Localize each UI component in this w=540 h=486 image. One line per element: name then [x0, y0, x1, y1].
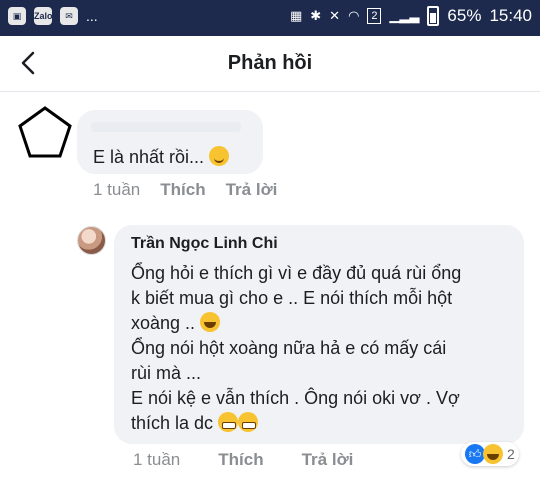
status-bar: ▣ Zalo ✉ ... ▦ ✱ ✕ ◠ 2 ▁▂▃ 65% 15:40	[0, 0, 540, 36]
tears-of-joy-icon	[200, 312, 221, 332]
grinning-face-icon	[218, 412, 239, 432]
battery-icon	[427, 6, 440, 26]
sim-badge: 2	[367, 8, 382, 24]
nfc-icon: ▦	[289, 8, 303, 23]
header: Phản hồi	[0, 36, 540, 92]
comment-text: E là nhất rồi...	[93, 146, 230, 168]
reply-line: rùi mà ...	[131, 363, 202, 383]
avatar-placeholder-icon[interactable]	[14, 102, 76, 164]
reply-line: Ổng nói hột xoàng nữa hả e có mấy cái	[131, 338, 447, 358]
message-icon: ✉	[60, 7, 78, 25]
haha-reaction-icon	[483, 444, 503, 464]
reply-bubble: Trần Ngọc Linh Chi Ổng hỏi e thích gì vì…	[114, 225, 524, 444]
reply-button[interactable]: Trả lời	[302, 450, 354, 470]
zalo-icon: Zalo	[34, 7, 53, 25]
comment-bubble: E là nhất rồi...	[77, 110, 263, 174]
reply-time: 1 tuần	[133, 450, 181, 469]
signal-icon: ▁▂▃	[389, 8, 420, 23]
reply-line: xoàng ..	[131, 311, 511, 336]
avatar[interactable]	[77, 226, 106, 255]
page-title: Phản hồi	[227, 52, 313, 74]
comment-time: 1 tuần	[93, 180, 141, 199]
like-button[interactable]: Thích	[218, 450, 263, 470]
reaction-count: 2	[507, 446, 515, 462]
grinning-face-icon	[238, 412, 259, 432]
mute-icon: ✕	[329, 8, 341, 23]
comment-actions: 1 tuần Thích Trả lời	[93, 180, 277, 200]
blurred-author-name	[91, 122, 241, 132]
wifi-icon: ◠	[348, 8, 360, 23]
reply-actions: 1 tuần Thích Trả lời	[133, 450, 353, 470]
reply-line: Ổng hỏi e thích gì vì e đầy đủ quá rùi ổ…	[131, 263, 462, 283]
bluetooth-icon: ✱	[310, 8, 322, 23]
clock: 15:40	[489, 6, 532, 25]
reply-line: E nói kệ e vẫn thích . Ông nói oki vơ . …	[131, 388, 460, 408]
smiling-face-icon	[209, 146, 230, 166]
reply-button[interactable]: Trả lời	[226, 180, 278, 200]
notification-icon: ▣	[8, 7, 26, 25]
reply-author[interactable]: Trần Ngọc Linh Chi	[131, 235, 278, 253]
battery-percent: 65%	[447, 6, 482, 25]
like-button[interactable]: Thích	[160, 180, 205, 200]
reply-line: thích la dc	[131, 411, 511, 436]
reply-text: Ổng hỏi e thích gì vì e đầy đủ quá rùi ổ…	[131, 261, 511, 436]
reply-line: k biết mua gì cho e .. E nói thích mỗi h…	[131, 288, 453, 308]
more-notifications-dots: ...	[86, 8, 98, 24]
like-reaction-icon: 👍︎	[465, 444, 485, 464]
reaction-summary[interactable]: 👍︎ 2	[461, 442, 519, 466]
